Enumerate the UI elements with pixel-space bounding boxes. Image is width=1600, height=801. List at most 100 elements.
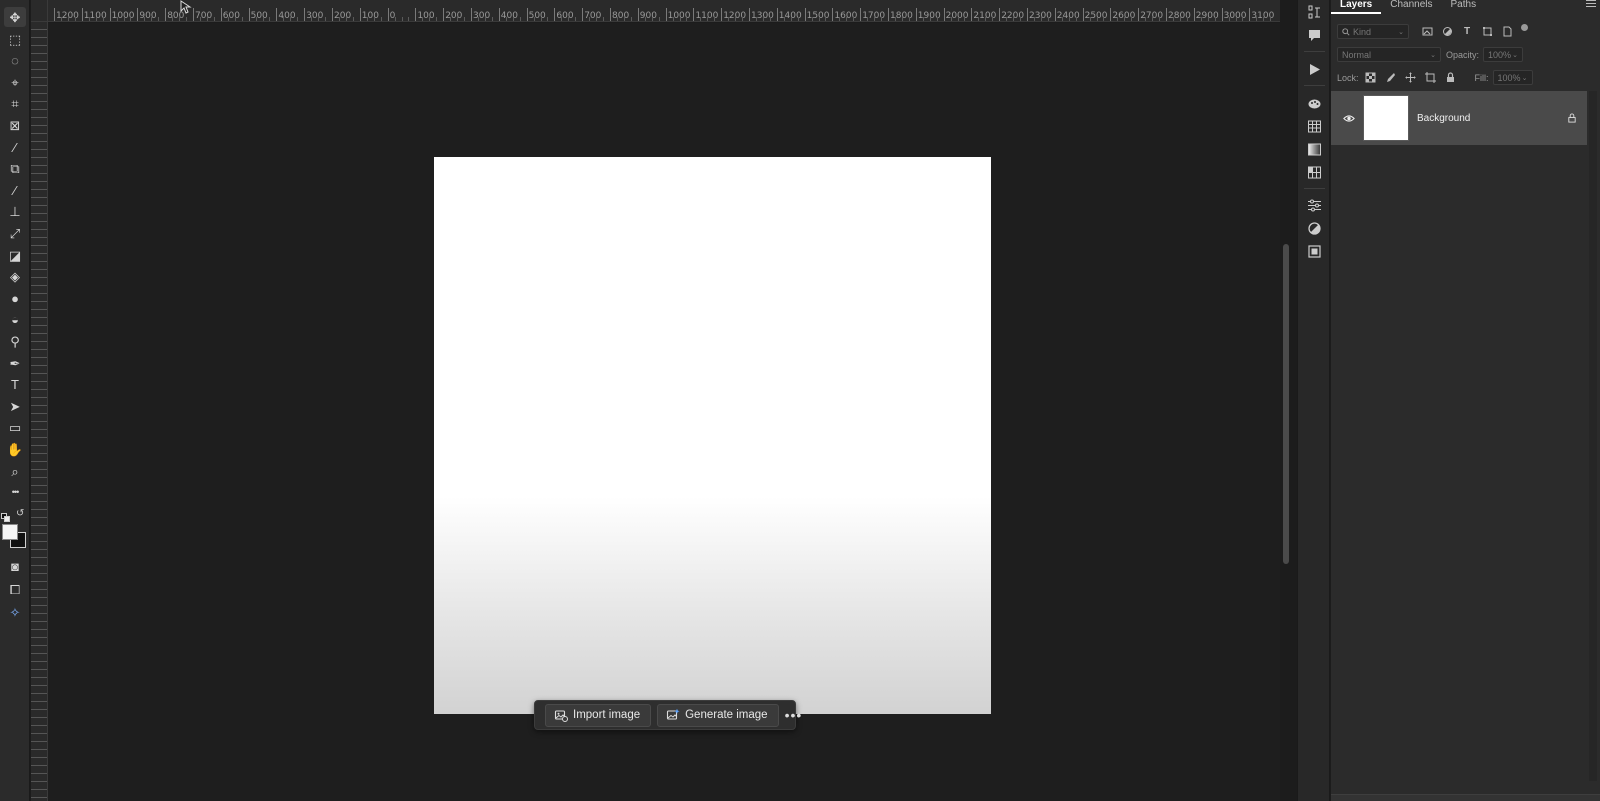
filter-adjustment-icon[interactable] (1441, 26, 1453, 38)
ruler-minor-tick (1061, 17, 1063, 21)
hand-tool[interactable]: ✋ (4, 439, 26, 459)
adjustments-icon[interactable] (1305, 196, 1323, 214)
ruler-minor-tick (575, 17, 577, 21)
move-tool[interactable]: ✥ (4, 7, 26, 27)
edit-toolbar[interactable]: ••• (4, 482, 26, 502)
filter-shape-icon[interactable] (1481, 26, 1493, 38)
swatches-grid-icon[interactable] (1305, 117, 1323, 135)
ruler-minor-tick (603, 17, 605, 21)
filter-kind-select[interactable]: Kind ⌄ (1337, 24, 1409, 39)
panel-menu-icon[interactable] (1586, 0, 1596, 8)
ruler-minor-tick (60, 17, 62, 21)
screen-mode-button[interactable]: ⧠ (4, 579, 26, 599)
ruler-minor-tick (297, 17, 299, 21)
ruler-minor-tick (151, 17, 153, 21)
clone-stamp-tool[interactable]: ⊥ (4, 201, 26, 221)
lasso-tool[interactable]: ◌ (4, 50, 26, 70)
chevron-down-icon: ⌄ (1398, 28, 1404, 36)
history-brush-tool[interactable]: ⤢ (4, 223, 26, 243)
ruler-minor-tick (1152, 17, 1154, 21)
ruler-origin[interactable] (31, 0, 48, 22)
lock-all-icon[interactable] (1445, 72, 1457, 84)
comment-icon[interactable] (1305, 26, 1323, 44)
zoom-tool[interactable]: ⌕ (4, 461, 26, 481)
lock-transparent-icon[interactable] (1365, 72, 1377, 84)
opacity-input[interactable]: 100% ⌄ (1483, 47, 1524, 62)
default-colors-icon[interactable] (1, 510, 11, 522)
swap-colors-icon[interactable]: ↺ (16, 509, 27, 520)
eraser-tool[interactable]: ◪ (4, 245, 26, 265)
tab-channels[interactable]: Channels (1381, 0, 1441, 14)
import-image-button[interactable]: Import image (545, 703, 652, 727)
lock-position-icon[interactable] (1405, 72, 1417, 84)
path-selection-tool[interactable]: ➤ (4, 396, 26, 416)
history-icon[interactable] (1305, 3, 1323, 21)
quick-mask-button[interactable]: ◙ (4, 556, 26, 576)
rectangle-tool[interactable]: ▭ (4, 417, 26, 437)
filter-pixel-icon[interactable] (1421, 26, 1433, 38)
ruler-tick (137, 8, 139, 21)
lock-artboard-icon[interactable] (1425, 72, 1437, 84)
generative-ai-button[interactable]: ✧ (4, 602, 26, 622)
dock-divider (1304, 188, 1325, 189)
layer-name[interactable]: Background (1417, 113, 1567, 124)
filter-smart-object-icon[interactable] (1501, 26, 1513, 38)
blend-row: Normal ⌄ Opacity: 100% ⌄ (1331, 46, 1600, 63)
type-tool[interactable]: T (4, 374, 26, 394)
fill-input[interactable]: 100% ⌄ (1492, 70, 1533, 85)
more-options-button[interactable]: ••• (785, 704, 803, 727)
color-wheel-icon[interactable] (1305, 94, 1323, 112)
tab-layers[interactable]: Layers (1331, 0, 1382, 14)
blend-mode-select[interactable]: Normal ⌄ (1337, 47, 1441, 62)
ruler-minor-tick (1068, 17, 1070, 21)
spot-healing-tool[interactable]: ⧉ (4, 158, 26, 178)
layer-item-background[interactable]: Background (1331, 91, 1587, 145)
ruler-minor-tick (881, 17, 883, 21)
frame-icon: ⊠ (9, 117, 21, 133)
pen-tool[interactable]: ✒ (4, 353, 26, 373)
frame-tool[interactable]: ⊠ (4, 115, 26, 135)
gradient-icon[interactable] (1305, 140, 1323, 158)
ruler-tick (943, 8, 945, 21)
ruler-label: 900 (639, 11, 657, 21)
eyedropper-tool[interactable]: ⁄ (4, 137, 26, 157)
lock-pixels-icon[interactable] (1385, 72, 1397, 84)
ruler-minor-tick (811, 17, 813, 21)
lock-icon[interactable] (1567, 113, 1577, 123)
quick-selection-tool[interactable]: ⌖ (4, 72, 26, 92)
tab-paths[interactable]: Paths (1442, 0, 1486, 14)
filter-toggle-icon[interactable] (1521, 24, 1528, 31)
generate-image-button[interactable]: Generate image (657, 703, 779, 727)
fill-label: Fill: (1474, 72, 1489, 83)
ruler-minor-tick (1117, 17, 1119, 21)
ruler-minor-tick (213, 17, 215, 21)
ruler-label: 300 (473, 11, 491, 21)
blur-tool[interactable]: ● (4, 288, 26, 308)
contrast-icon[interactable] (1305, 219, 1323, 237)
patterns-icon[interactable] (1305, 163, 1323, 181)
layers-scrollbar[interactable] (1589, 91, 1597, 781)
crop-tool[interactable]: ⌗ (4, 93, 26, 113)
eye-icon[interactable] (1339, 114, 1359, 123)
document-canvas[interactable] (434, 157, 991, 714)
libraries-icon[interactable] (1305, 242, 1323, 260)
vertical-scrollbar[interactable] (1283, 244, 1289, 564)
ruler-minor-tick (596, 17, 598, 21)
ruler-minor-tick (373, 17, 375, 21)
marquee-tool[interactable]: ⬚ (4, 29, 26, 49)
layer-filter-row: Kind ⌄ T (1331, 23, 1600, 40)
play-icon[interactable] (1305, 60, 1323, 78)
paint-bucket-tool[interactable]: ◈ (4, 266, 26, 286)
brush-tool[interactable]: ∕ (4, 180, 26, 200)
horizontal-ruler[interactable]: 1200 1100 1000 900 800 700 600 500 400 300 200 100 0… (48, 0, 1280, 22)
ruler-minor-tick (547, 17, 549, 21)
filter-type-icon[interactable]: T (1461, 26, 1473, 38)
ruler-tick (1221, 8, 1223, 21)
vertical-ruler[interactable] (31, 22, 48, 801)
zoom-dodge-tool[interactable]: ⚲ (4, 331, 26, 351)
dodge-tool[interactable]: ◒ (4, 309, 26, 329)
ruler-tick (109, 8, 111, 21)
ruler-minor-tick (234, 17, 236, 21)
canvas-workspace[interactable] (48, 23, 1280, 801)
foreground-color-swatch[interactable] (2, 524, 18, 540)
